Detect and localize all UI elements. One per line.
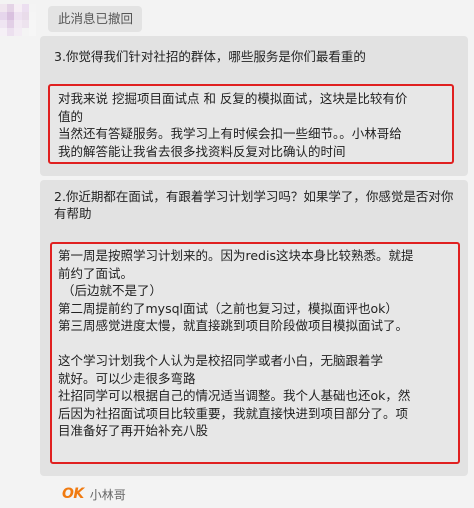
highlighted-answer: 第一周是按照学习计划来的。因为redis这块本身比较熟悉。就提 前约了面试。 （后… [50, 242, 460, 464]
signature-name: 小林哥 [89, 487, 126, 502]
answer-line: 第二周提前约了mysql面试（之前也复习过，模拟面评也ok） [58, 300, 398, 316]
avatar-tile [14, 20, 22, 28]
answer-line: 社招同学可以根据自己的情况适当调整。我个人基础也还ok，然 [58, 388, 411, 403]
avatar-tile [14, 28, 22, 36]
question-text: 2.你近期都在面试，有跟着学习计划学习吗？如果学了，你感觉是否对你有帮助 [54, 189, 454, 221]
message-bubble[interactable]: 2.你近期都在面试，有跟着学习计划学习吗？如果学了，你感觉是否对你有帮助 第一周… [40, 180, 468, 476]
avatar-tile [0, 4, 8, 12]
ok-logo-icon: OK [62, 486, 84, 502]
avatar-tile [28, 20, 36, 28]
avatar-tile [7, 20, 15, 28]
message-bubble[interactable]: 3.你觉得我们针对社招的群体，哪些服务是你们最看重的 对我来说 挖掘项目面试点 … [40, 36, 468, 176]
watermark-signature: OK 小林哥 [62, 484, 126, 504]
chat-screenshot: 此消息已撤回 3.你觉得我们针对社招的群体，哪些服务是你们最看重的 对我来说 挖… [0, 0, 474, 508]
avatar-tile [28, 28, 36, 36]
answer-line: 值的 [58, 108, 84, 124]
answer-line: （后边就不是了） [58, 283, 162, 298]
avatar-tile [14, 12, 22, 20]
avatar-tile [7, 12, 15, 20]
answer-line: 后因为社招面试项目比较重要，我就直接快进到项目部分了。项 [58, 405, 409, 421]
avatar-tile [28, 4, 36, 12]
avatar-tile [21, 4, 29, 12]
answer-line: 我的解答能让我省去很多找资料反复对比确认的时间 [58, 143, 346, 159]
avatar-tile [28, 12, 36, 20]
answer-line: 第一周是按照学习计划来的。因为redis这块本身比较熟悉。就提 [58, 248, 414, 263]
avatar-tile [7, 28, 15, 36]
answer-line: 当然还有答疑服务。我学习上有时候会扣一些细节。。小林哥给 [58, 126, 402, 141]
avatar-tile [21, 12, 29, 20]
avatar-tile [14, 4, 22, 12]
answer-line: 就好。可以少走很多弯路 [58, 370, 196, 386]
avatar-tile [0, 12, 8, 20]
avatar-tile [7, 4, 15, 12]
avatar-tile [21, 20, 29, 28]
answer-line: 第三周感觉进度太慢，就直接跳到项目阶段做项目模拟面试了。 [58, 318, 409, 333]
answer-line: 这个学习计划我个人认为是校招同学或者小白，无脑跟着学 [58, 353, 384, 368]
avatar-tile [0, 20, 8, 28]
question-text: 3.你觉得我们针对社招的群体，哪些服务是你们最看重的 [54, 49, 366, 64]
answer-line: 目准备好了再开始补充八股 [58, 423, 209, 438]
avatar[interactable] [0, 4, 36, 36]
answer-line: 前约了面试。 [58, 265, 134, 281]
recall-notice: 此消息已撤回 [48, 6, 142, 32]
highlighted-answer: 对我来说 挖掘项目面试点 和 反复的模拟面试，这块是比较有价 值的当然还有答疑服务… [48, 84, 454, 164]
avatar-tile [0, 28, 8, 36]
answer-line: 对我来说 挖掘项目面试点 和 反复的模拟面试，这块是比较有价 [58, 91, 408, 106]
avatar-tile [21, 28, 29, 36]
